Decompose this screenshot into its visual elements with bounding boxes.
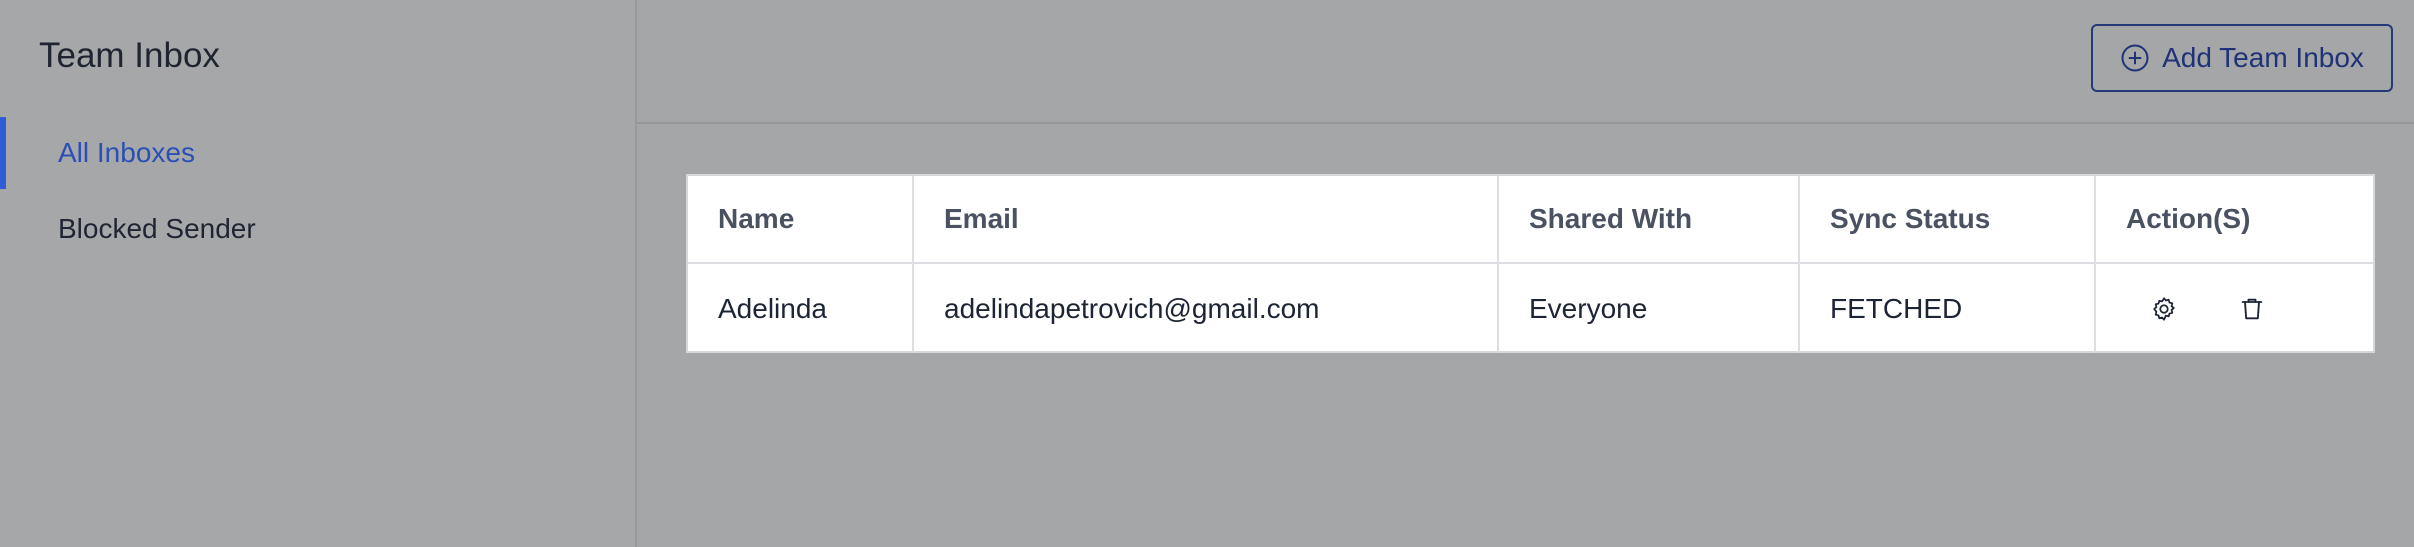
sidebar-nav: All Inboxes Blocked Sender bbox=[0, 117, 635, 265]
table-header-row: Name Email Shared With Sync Status Actio… bbox=[688, 176, 2373, 264]
plus-circle-icon bbox=[2120, 43, 2150, 73]
column-header-actions: Action(S) bbox=[2095, 176, 2373, 264]
column-header-name: Name bbox=[688, 176, 914, 264]
cell-email: adelindapetrovich@gmail.com bbox=[913, 263, 1499, 353]
cell-name: Adelinda bbox=[688, 263, 914, 353]
team-inbox-table: Name Email Shared With Sync Status Actio… bbox=[686, 174, 2375, 353]
add-team-inbox-label: Add Team Inbox bbox=[2162, 42, 2364, 73]
sidebar-item-all-inboxes[interactable]: All Inboxes bbox=[0, 117, 635, 189]
sidebar-item-blocked-sender[interactable]: Blocked Sender bbox=[0, 193, 635, 265]
sidebar: Team Inbox All Inboxes Blocked Sender bbox=[0, 0, 637, 547]
column-header-shared-with: Shared With bbox=[1498, 176, 1800, 264]
gear-icon[interactable] bbox=[2148, 293, 2180, 325]
cell-actions bbox=[2095, 263, 2373, 353]
app-root: Team Inbox All Inboxes Blocked Sender Ad… bbox=[0, 0, 2414, 547]
main-content: Add Team Inbox Name Email Shared With Sy… bbox=[637, 0, 2414, 547]
cell-sync-status: FETCHED bbox=[1799, 263, 2096, 353]
column-header-email: Email bbox=[913, 176, 1499, 264]
column-header-sync-status: Sync Status bbox=[1799, 176, 2096, 264]
row-actions bbox=[2126, 293, 2373, 325]
trash-icon[interactable] bbox=[2236, 293, 2268, 325]
table-row: Adelinda adelindapetrovich@gmail.com Eve… bbox=[688, 263, 2373, 353]
add-team-inbox-button[interactable]: Add Team Inbox bbox=[2091, 24, 2393, 92]
cell-shared-with: Everyone bbox=[1498, 263, 1800, 353]
sidebar-title: Team Inbox bbox=[39, 36, 220, 75]
main-header: Add Team Inbox bbox=[637, 0, 2414, 124]
